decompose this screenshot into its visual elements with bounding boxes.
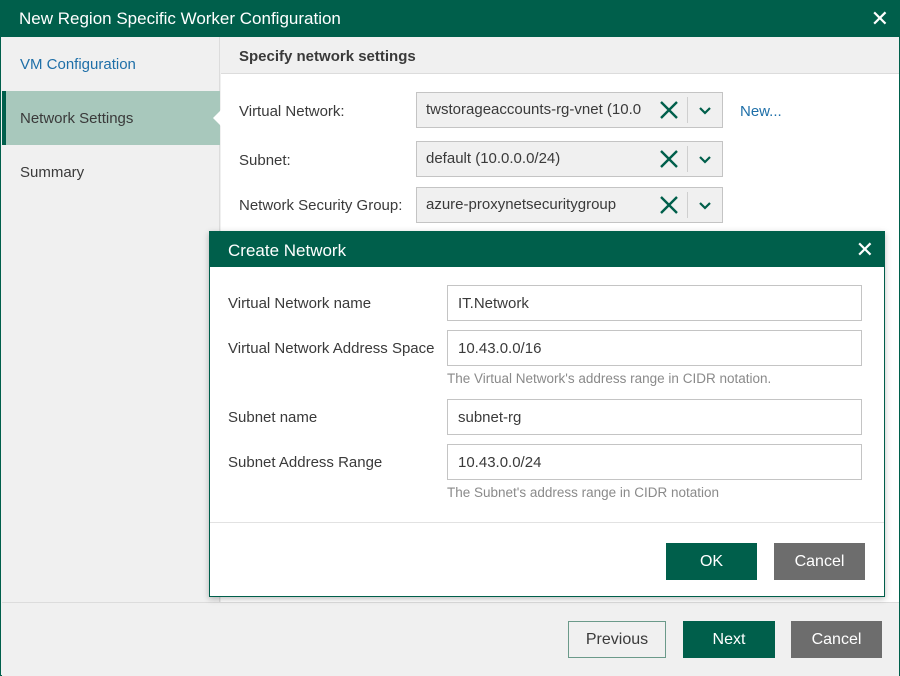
cancel-button[interactable]: Cancel <box>791 621 882 658</box>
next-button[interactable]: Next <box>683 621 775 658</box>
chevron-down-icon[interactable] <box>694 195 716 215</box>
sidebar-item-summary[interactable]: Summary <box>2 145 220 199</box>
virtual-network-value: twstorageaccounts-rg-vnet (10.0 <box>426 101 642 118</box>
dialog-footer: OK Cancel <box>210 522 884 596</box>
combo-divider <box>687 192 688 218</box>
sidebar-item-network-settings[interactable]: Network Settings <box>2 91 221 145</box>
sidebar-item-label: Network Settings <box>20 110 134 127</box>
security-group-value: azure-proxynetsecuritygroup <box>426 196 617 213</box>
subnet-range-input[interactable] <box>447 444 862 480</box>
subnet-range-label: Subnet Address Range <box>228 454 383 471</box>
combo-divider <box>687 146 688 172</box>
virtual-network-label: Virtual Network: <box>239 103 345 120</box>
subnet-label: Subnet: <box>239 152 291 169</box>
vnet-space-hint: The Virtual Network's address range in C… <box>447 371 772 386</box>
dialog-close-icon[interactable]: ✕ <box>856 239 874 261</box>
chevron-down-icon[interactable] <box>694 100 716 120</box>
vnet-space-input[interactable] <box>447 330 862 366</box>
virtual-network-select[interactable]: twstorageaccounts-rg-vnet (10.0 <box>416 92 723 128</box>
wizard-sidebar: VM Configuration Network Settings Summar… <box>2 37 221 602</box>
window-close-icon[interactable]: ✕ <box>871 8 889 30</box>
subnet-select[interactable]: default (10.0.0.0/24) <box>416 141 723 177</box>
security-group-label: Network Security Group: <box>239 197 403 214</box>
combo-divider <box>687 97 688 123</box>
ok-button[interactable]: OK <box>666 543 757 580</box>
chevron-down-icon[interactable] <box>694 149 716 169</box>
new-network-link[interactable]: New... <box>740 103 782 120</box>
vnet-space-label: Virtual Network Address Space <box>228 340 435 357</box>
security-group-select[interactable]: azure-proxynetsecuritygroup <box>416 187 723 223</box>
vnet-name-label: Virtual Network name <box>228 295 372 312</box>
subnet-name-label: Subnet name <box>228 409 318 426</box>
dialog-cancel-button[interactable]: Cancel <box>774 543 865 580</box>
page-title: Specify network settings <box>221 37 899 74</box>
clear-x-icon[interactable] <box>658 98 680 122</box>
sidebar-item-vm-configuration[interactable]: VM Configuration <box>2 37 220 91</box>
clear-x-icon[interactable] <box>658 193 680 217</box>
create-network-dialog: Create Network ✕ Virtual Network name Vi… <box>209 231 885 597</box>
vnet-name-input[interactable] <box>447 285 862 321</box>
window-titlebar: New Region Specific Worker Configuration… <box>1 1 899 37</box>
active-pointer <box>213 110 221 126</box>
dialog-title: Create Network <box>228 241 347 260</box>
window-title: New Region Specific Worker Configuration <box>19 9 341 28</box>
wizard-footer: Previous Next Cancel <box>2 602 899 676</box>
subnet-value: default (10.0.0.0/24) <box>426 150 561 167</box>
subnet-range-hint: The Subnet's address range in CIDR notat… <box>447 485 719 500</box>
clear-x-icon[interactable] <box>658 147 680 171</box>
subnet-name-input[interactable] <box>447 399 862 435</box>
dialog-titlebar: Create Network ✕ <box>210 232 884 267</box>
previous-button[interactable]: Previous <box>568 621 666 658</box>
